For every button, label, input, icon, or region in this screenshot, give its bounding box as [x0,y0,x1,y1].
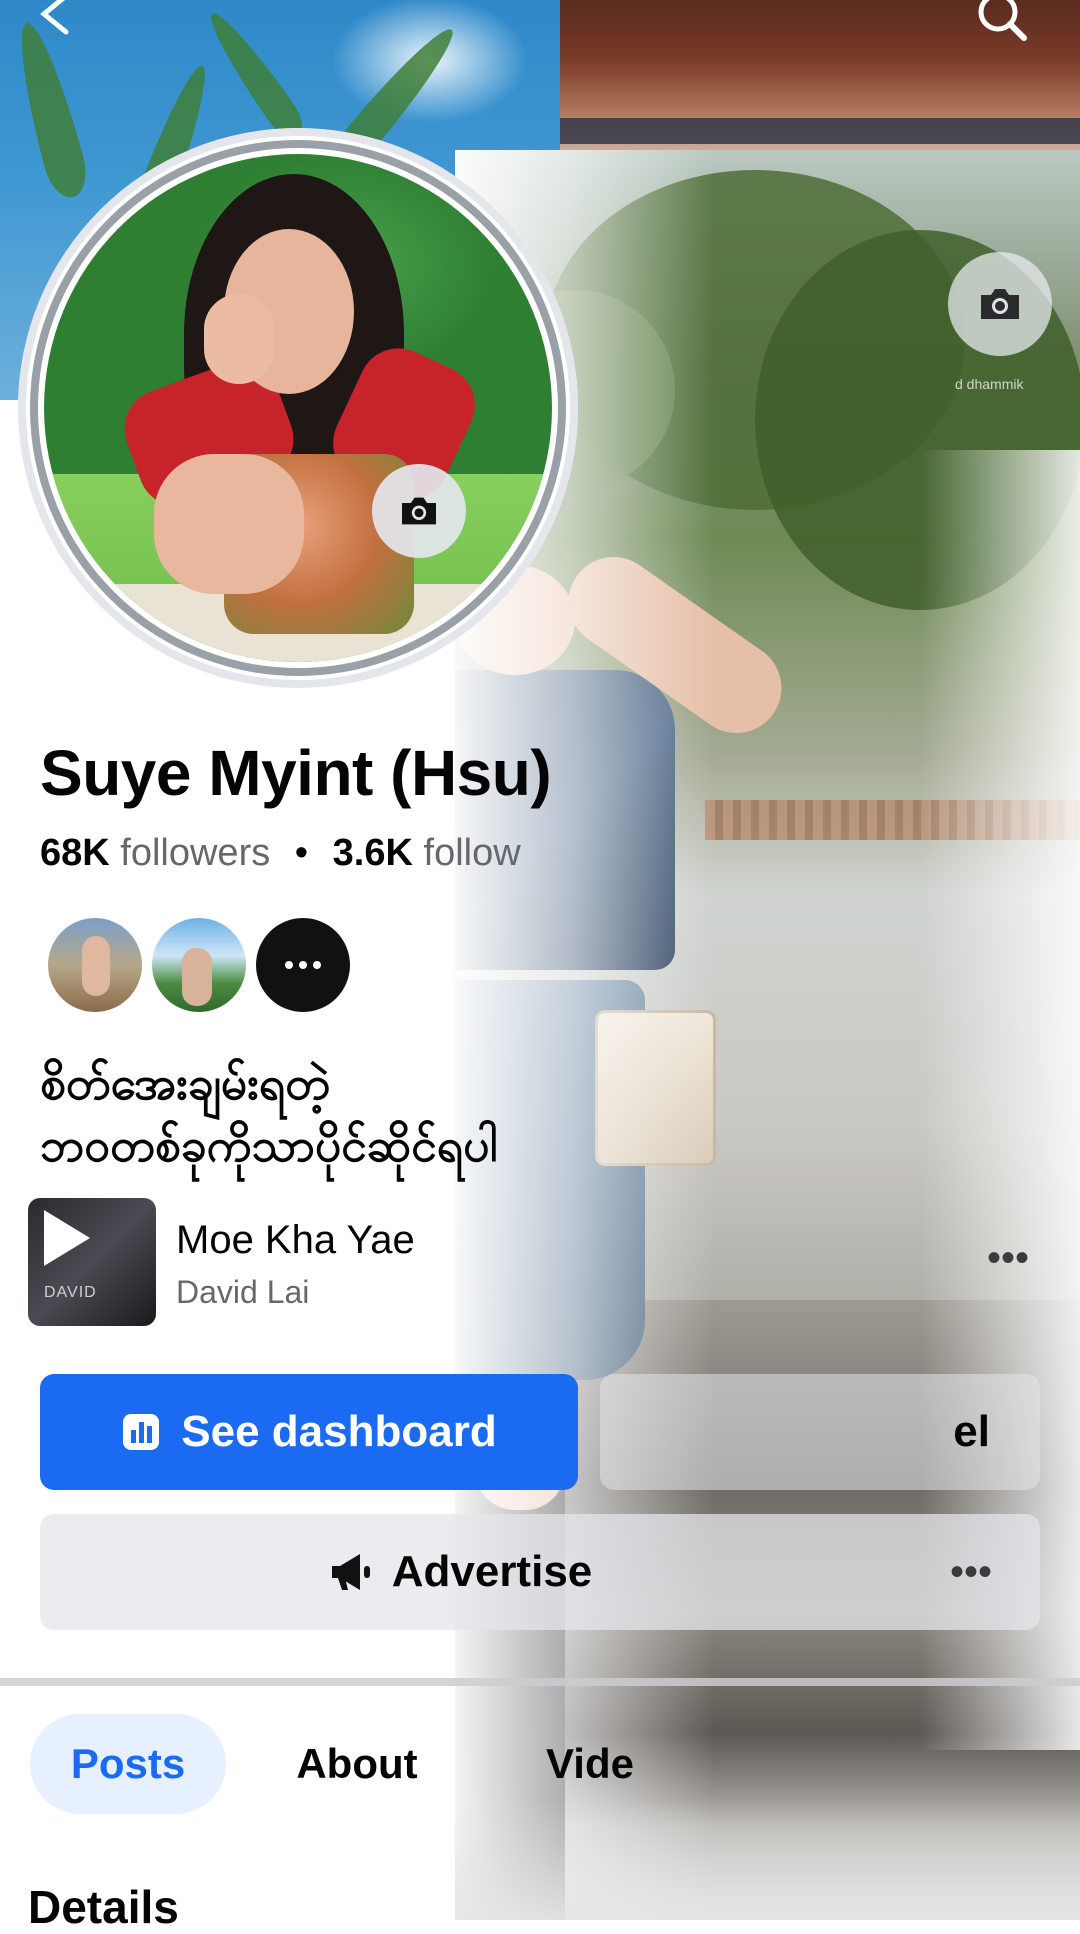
separator-dot: • [294,832,309,874]
profile-name: Suye Myint (Hsu) [40,737,552,809]
featured-friends [48,918,350,1014]
friend-avatar[interactable] [48,918,142,1012]
friend-avatar[interactable] [152,918,246,1012]
follow-stats[interactable]: 68K followers • 3.6K follow [40,832,521,875]
details-heading: Details [28,1881,179,1933]
album-art-text: DAVID [44,1284,97,1301]
profile-bio: စိတ်အေးချမ်းရတဲ့ ဘဝတစ်ခုကိုသာပိုင်ဆိုင်ရ… [40,1057,498,1171]
camera-icon [402,497,436,525]
camera-icon [981,289,1019,319]
more-dots-icon [285,961,321,969]
see-dashboard-label: See dashboard [181,1407,497,1456]
music-more-icon[interactable]: ••• [978,1238,1038,1278]
megaphone-icon [331,1554,370,1590]
song-title: Moe Kha Yae [176,1218,415,1262]
see-dashboard-button[interactable]: See dashboard [40,1374,578,1490]
album-art[interactable]: DAVID [28,1198,156,1326]
tab-videos[interactable]: Vide [500,1714,680,1814]
followers-count: 68K [40,832,110,874]
bar-chart-icon [123,1414,160,1450]
back-arrow-icon[interactable] [36,0,80,36]
section-divider [0,1678,1080,1686]
more-friends-button[interactable] [256,918,350,1012]
cover-credit: d dhammik [955,376,1024,392]
search-icon[interactable] [972,0,1032,48]
edit-profile-label: el [953,1407,990,1456]
profile-camera-button[interactable] [372,464,466,558]
advertise-button[interactable]: Advertise [40,1514,1040,1630]
followers-label: followers [120,832,271,874]
cover-camera-button[interactable] [948,252,1052,356]
following-label: follow [423,832,521,874]
following-count: 3.6K [332,832,413,874]
song-artist: David Lai [176,1274,310,1310]
tab-about[interactable]: About [262,1714,452,1814]
tab-posts[interactable]: Posts [30,1714,226,1814]
profile-music[interactable]: DAVID Moe Kha Yae David Lai ••• [28,1198,1038,1328]
play-icon [44,1210,90,1266]
edit-profile-button[interactable]: el [600,1374,1040,1490]
more-options-icon[interactable]: ••• [950,1550,992,1595]
profile-picture[interactable] [44,154,552,662]
advertise-label: Advertise [391,1547,593,1596]
